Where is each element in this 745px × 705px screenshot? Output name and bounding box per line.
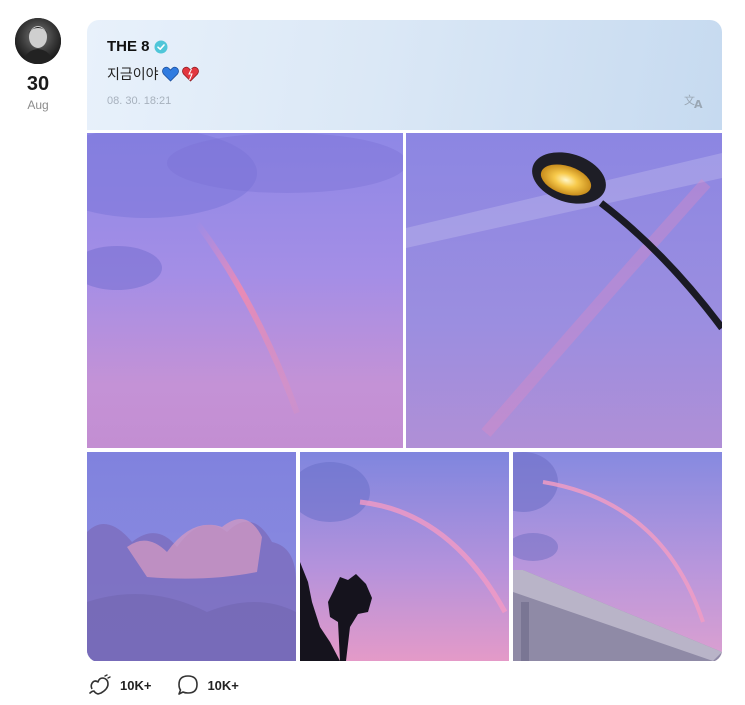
action-bar: 10K+ 10K+ [88, 674, 265, 696]
photo-rainbow-trees[interactable] [300, 452, 509, 661]
comment-count: 10K+ [207, 677, 239, 693]
photo-rainbow-sky[interactable] [87, 133, 403, 448]
verified-badge-icon [154, 40, 168, 53]
reaction-button[interactable]: 10K+ [88, 674, 151, 696]
red-heart-icon [181, 66, 199, 82]
comment-icon [178, 675, 199, 695]
photo-pink-clouds[interactable] [87, 452, 296, 661]
post-header: THE 8 지금이야 08. 30. 18:21 文 A [87, 20, 722, 130]
heart-reaction-icon [89, 674, 111, 695]
photo-rainbow-bridge[interactable] [513, 452, 722, 661]
post-month: Aug [27, 98, 49, 112]
post-card[interactable]: THE 8 지금이야 08. 30. 18:21 文 A [87, 20, 722, 662]
comment-button[interactable]: 10K+ [177, 674, 239, 696]
post-day: 30 [26, 73, 50, 95]
author-name[interactable]: THE 8 [107, 38, 150, 55]
reaction-count: 10K+ [120, 677, 152, 693]
blue-heart-icon [161, 66, 179, 82]
post-text: 지금이야 [107, 66, 159, 82]
author-row: THE 8 [107, 38, 702, 55]
post-body: 지금이야 [107, 64, 702, 84]
post-timestamp: 08. 30. 18:21 [107, 95, 172, 107]
avatar[interactable] [15, 18, 61, 64]
photo-street-lamp[interactable] [406, 133, 722, 448]
translate-icon[interactable]: 文 A [684, 92, 706, 110]
svg-text:A: A [694, 98, 703, 110]
date-column: 30 Aug [14, 18, 62, 112]
